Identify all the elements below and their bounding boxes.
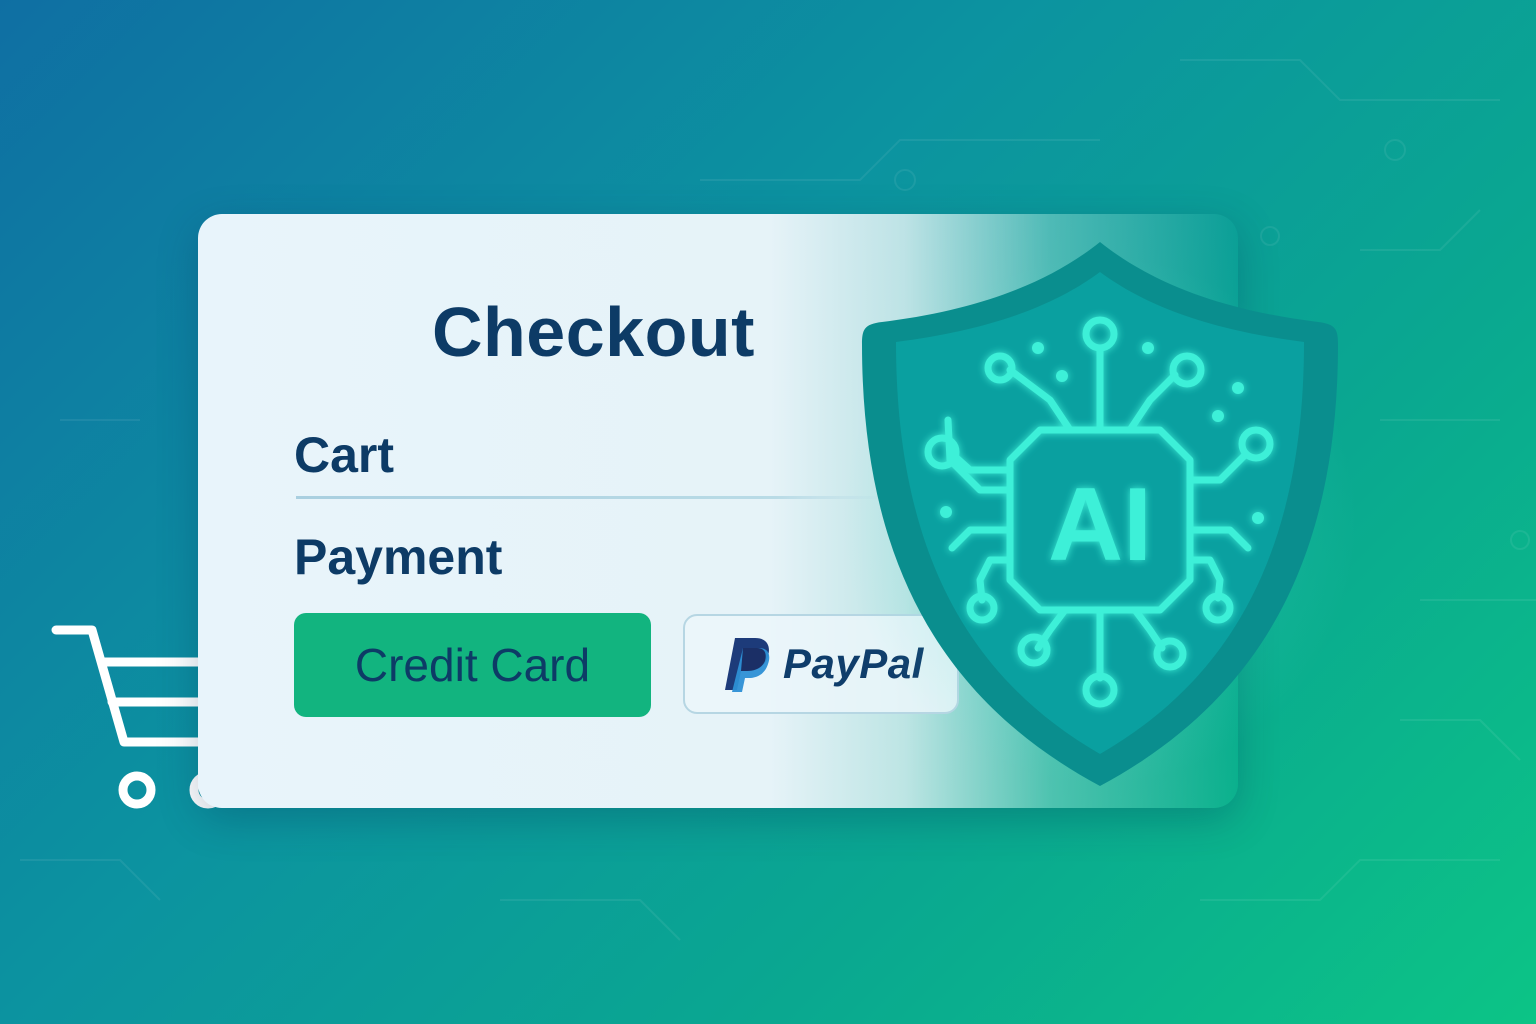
- ai-shield-icon: AI: [862, 242, 1338, 786]
- credit-card-button-label: Credit Card: [354, 639, 591, 691]
- ai-badge-text: AI: [1048, 467, 1152, 583]
- section-divider: [296, 496, 896, 499]
- cart-section-label: Cart: [294, 427, 395, 483]
- checkout-title: Checkout: [432, 293, 755, 371]
- credit-card-button[interactable]: Credit Card: [294, 613, 651, 717]
- payment-section-label: Payment: [294, 529, 503, 585]
- paypal-logo-icon: [725, 638, 770, 692]
